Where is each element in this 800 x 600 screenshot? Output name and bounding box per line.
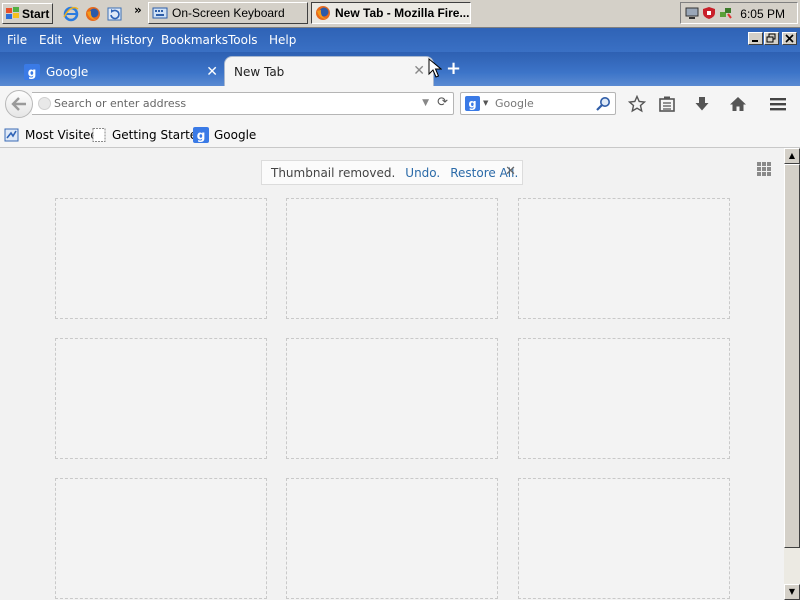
reading-list-icon[interactable] <box>658 95 676 113</box>
menu-view[interactable]: View <box>73 33 101 47</box>
tab-google[interactable]: g Google ✕ <box>12 57 222 86</box>
bookmark-label: Google <box>214 128 257 142</box>
bookmark-most-visited[interactable]: Most Visited <box>4 127 98 143</box>
empty-thumbnail-slot[interactable] <box>286 338 498 459</box>
tab-label: Google <box>46 64 89 79</box>
ie-icon[interactable] <box>63 6 79 22</box>
start-label: Start <box>22 6 50 21</box>
search-icon[interactable] <box>595 96 611 112</box>
site-identity-icon[interactable] <box>38 97 51 110</box>
url-input[interactable] <box>54 95 404 112</box>
restore-icon <box>766 33 776 43</box>
undo-link[interactable]: Undo. <box>405 166 440 180</box>
vertical-scrollbar[interactable]: ▲ ▼ <box>784 148 800 600</box>
tab-close-button[interactable]: ✕ <box>413 63 425 79</box>
system-tray: 6:05 PM <box>680 2 798 24</box>
restore-button[interactable] <box>764 32 779 45</box>
close-window-button[interactable] <box>782 32 797 45</box>
tray-network-icon[interactable] <box>719 6 733 20</box>
menu-tools[interactable]: Tools <box>228 33 258 47</box>
scroll-down-button[interactable]: ▼ <box>784 584 800 600</box>
empty-thumbnail-slot[interactable] <box>286 198 498 319</box>
google-icon: g <box>24 63 40 80</box>
back-arrow-icon <box>11 97 26 111</box>
close-icon <box>785 34 794 43</box>
bookmarks-toolbar: Most Visited Getting Started g Google <box>0 122 800 148</box>
search-bar[interactable]: g ▼ <box>460 92 616 115</box>
taskbar-item-label: On-Screen Keyboard <box>172 6 285 20</box>
scroll-up-button[interactable]: ▲ <box>784 148 800 164</box>
empty-thumbnail-slot[interactable] <box>518 478 730 599</box>
empty-thumbnail-slot[interactable] <box>55 478 267 599</box>
new-tab-page: Thumbnail removed. Undo. Restore All. ✕ <box>0 148 784 600</box>
minimize-button[interactable] <box>748 32 763 45</box>
tray-shield-icon[interactable] <box>702 6 716 20</box>
empty-thumbnail-slot[interactable] <box>518 198 730 319</box>
notification-text: Thumbnail removed. <box>271 165 396 180</box>
bookmark-google[interactable]: g Google <box>193 127 256 143</box>
start-button[interactable]: Start <box>2 3 53 24</box>
back-button[interactable] <box>5 90 33 118</box>
taskbar-item-label: New Tab - Mozilla Fire... <box>335 6 470 20</box>
url-bar[interactable]: ▼ ⟳ <box>32 92 454 115</box>
scrollbar-thumb[interactable] <box>784 164 800 548</box>
menu-file[interactable]: File <box>7 33 27 47</box>
menu-edit[interactable]: Edit <box>39 33 62 47</box>
bookmark-getting-started[interactable]: Getting Started <box>91 127 205 143</box>
menu-help[interactable]: Help <box>269 33 296 47</box>
bookmark-label: Most Visited <box>25 128 99 142</box>
tab-new-tab[interactable]: New Tab ✕ <box>224 56 434 86</box>
menu-bookmarks[interactable]: Bookmarks <box>161 33 228 47</box>
menu-icon[interactable] <box>769 95 787 113</box>
firefox-icon <box>316 6 330 20</box>
empty-thumbnail-slot[interactable] <box>55 338 267 459</box>
navigation-toolbar: ▼ ⟳ g ▼ <box>0 86 800 122</box>
quicklaunch-chevron[interactable]: » <box>134 3 142 17</box>
tray-monitor-icon[interactable] <box>685 6 699 20</box>
chevron-down-icon[interactable]: ▼ <box>483 99 488 107</box>
empty-thumbnail-slot[interactable] <box>55 198 267 319</box>
reload-icon[interactable]: ⟳ <box>437 95 448 110</box>
tab-strip: g Google ✕ New Tab ✕ + <box>0 52 800 86</box>
keyboard-icon <box>152 7 168 19</box>
minimize-icon <box>752 40 758 42</box>
tab-label: New Tab <box>234 65 285 79</box>
windows-taskbar: Start » On-Screen Keyboard New Tab - Moz… <box>0 0 800 28</box>
notification-close-button[interactable]: ✕ <box>505 164 516 179</box>
downloads-icon[interactable] <box>693 95 711 113</box>
bookmark-label: Getting Started <box>112 128 205 142</box>
home-icon[interactable] <box>729 95 747 113</box>
new-tab-button[interactable]: + <box>446 58 461 79</box>
menu-bar: File Edit View History Bookmarks Tools H… <box>0 28 800 52</box>
windows-flag-icon <box>6 6 19 19</box>
empty-thumbnail-slot[interactable] <box>518 338 730 459</box>
mouse-cursor-icon <box>428 58 442 78</box>
undo-notification: Thumbnail removed. Undo. Restore All. ✕ <box>261 160 523 185</box>
bookmark-star-icon[interactable] <box>628 95 646 113</box>
empty-thumbnail-slot[interactable] <box>286 478 498 599</box>
chevron-down-icon[interactable]: ▼ <box>422 98 429 108</box>
menu-history[interactable]: History <box>111 33 154 47</box>
google-icon[interactable]: g <box>465 96 480 111</box>
google-icon: g <box>193 127 209 143</box>
taskbar-item-firefox[interactable]: New Tab - Mozilla Fire... <box>311 2 471 24</box>
grid-toggle-icon[interactable] <box>756 161 772 177</box>
tray-clock[interactable]: 6:05 PM <box>740 7 785 21</box>
svg-text:g: g <box>28 65 37 79</box>
svg-text:g: g <box>197 129 206 143</box>
svg-text:g: g <box>468 98 476 111</box>
firefox-icon[interactable] <box>85 6 101 22</box>
taskbar-item-on-screen-keyboard[interactable]: On-Screen Keyboard <box>148 2 308 24</box>
search-input[interactable] <box>495 95 591 112</box>
tab-close-button[interactable]: ✕ <box>206 64 218 80</box>
refresh-icon[interactable] <box>107 6 123 22</box>
page-icon <box>92 128 106 142</box>
most-visited-icon <box>4 128 19 142</box>
